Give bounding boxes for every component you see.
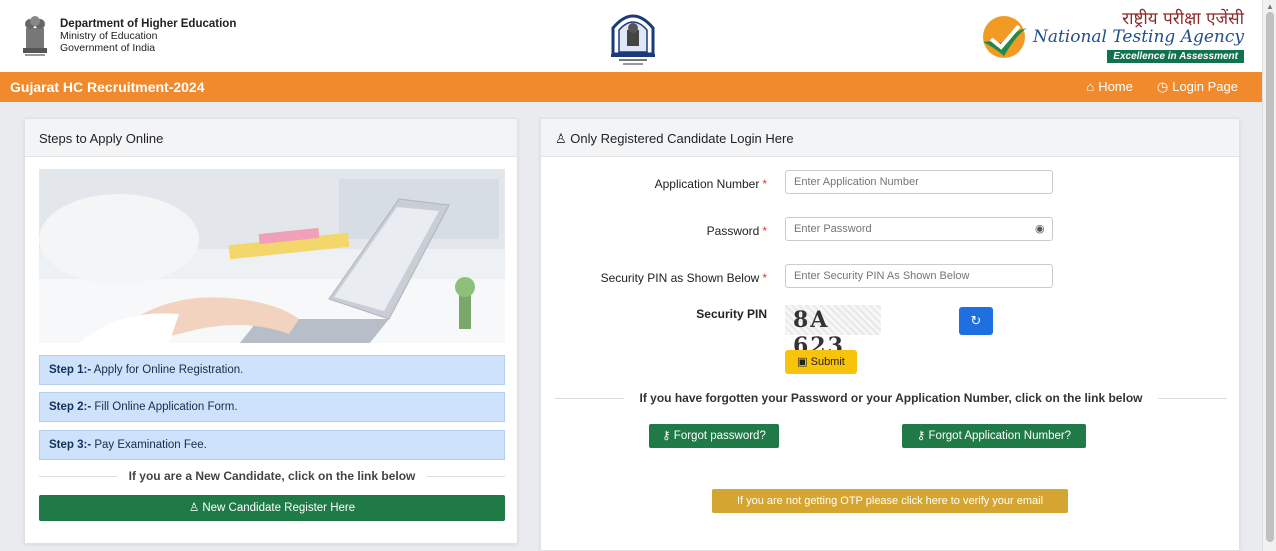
steps-panel-heading: Steps to Apply Online (25, 119, 517, 157)
step-2: Step 2:- Fill Online Application Form. (39, 392, 505, 422)
nta-branding: राष्ट्रीय परीक्षा एजेंसी National Testin… (981, 10, 1244, 64)
forgot-password-button[interactable]: ⚷ Forgot password? (649, 424, 779, 448)
laptop-typing-image (39, 169, 505, 343)
step-3-text: Pay Examination Fee. (91, 439, 207, 451)
refresh-icon: ↻ (970, 313, 982, 328)
step-2-text: Fill Online Application Form. (91, 401, 238, 413)
step-1-label: Step 1:- (49, 364, 92, 376)
step-3: Step 3:- Pay Examination Fee. (39, 430, 505, 460)
step-2-label: Step 2:- (49, 401, 92, 413)
application-number-label: Application Number * (654, 177, 767, 191)
register-button-label: New Candidate Register Here (202, 502, 356, 514)
high-court-gujarat-logo (611, 14, 655, 65)
home-link-label: Home (1098, 79, 1133, 94)
dept-title: Department of Higher Education (60, 18, 237, 30)
nta-hindi-name: राष्ट्रीय परीक्षा एजेंसी (1122, 9, 1244, 29)
key-icon: ⚷ (916, 430, 926, 442)
save-icon: ▣ (797, 356, 808, 368)
user-icon: ♙ (555, 131, 567, 146)
application-number-input[interactable] (785, 170, 1053, 194)
login-heading-text: Only Registered Candidate Login Here (570, 131, 794, 146)
password-label: Password * (706, 224, 767, 238)
scroll-up-icon[interactable]: ▲ (1266, 2, 1274, 11)
nta-tagline: Excellence in Assessment (1107, 50, 1244, 63)
page-title: Gujarat HC Recruitment-2024 (10, 79, 205, 95)
new-candidate-text: If you are a New Candidate, click on the… (128, 469, 416, 483)
steps-panel: Steps to Apply Online Step 1:- Apply for… (24, 118, 518, 544)
step-1-text: Apply for Online Registration. (91, 364, 244, 376)
submit-button[interactable]: ▣ Submit (785, 350, 857, 374)
security-pin-input[interactable] (785, 264, 1053, 288)
forgot-appno-label: Forgot Application Number? (928, 430, 1072, 442)
site-header: Department of Higher Education Ministry … (0, 0, 1262, 72)
key-icon: ⚷ (662, 430, 671, 442)
user-icon: ♙ (188, 502, 200, 514)
top-navbar: Gujarat HC Recruitment-2024 ⌂ Home ◷ Login… (0, 72, 1262, 102)
forgot-divider: If you have forgotten your Password or y… (555, 391, 1227, 405)
forgot-text: If you have forgotten your Password or y… (639, 391, 1143, 405)
new-candidate-divider: If you are a New Candidate, click on the… (39, 469, 506, 483)
password-input[interactable] (785, 217, 1053, 241)
home-link[interactable]: ⌂ Home (1086, 79, 1133, 95)
forgot-application-number-button[interactable]: ⚷ Forgot Application Number? (902, 424, 1086, 448)
new-candidate-register-button[interactable]: ♙ New Candidate Register Here (39, 495, 505, 521)
security-pin-label: Security PIN as Shown Below * (600, 271, 767, 285)
forgot-password-label: Forgot password? (673, 430, 766, 442)
dept-branding: Department of Higher Education Ministry … (20, 14, 236, 58)
step-3-label: Step 3:- (49, 439, 92, 451)
clock-icon: ◷ (1156, 79, 1169, 94)
submit-button-label: Submit (810, 356, 845, 368)
refresh-captcha-button[interactable]: ↻ (959, 307, 993, 335)
nta-logo-icon (982, 16, 1027, 58)
login-panel-heading: ♙ Only Registered Candidate Login Here (541, 119, 1239, 157)
eye-slash-icon[interactable]: ◉ (1035, 222, 1045, 235)
verify-email-otp-button[interactable]: If you are not getting OTP please click … (712, 489, 1068, 513)
step-1: Step 1:- Apply for Online Registration. (39, 355, 505, 385)
security-pin-caption: Security PIN (696, 307, 767, 321)
page-scrollbar[interactable]: ▲ (1262, 0, 1276, 551)
login-page-label: Login Page (1172, 79, 1238, 94)
scrollbar-thumb[interactable] (1266, 12, 1274, 542)
national-emblem-icon (23, 16, 47, 56)
login-panel: ♙ Only Registered Candidate Login Here A… (540, 118, 1240, 551)
dept-ministry: Ministry of Education (60, 30, 158, 42)
captcha-image: 8A 623 (785, 305, 881, 359)
login-page-link[interactable]: ◷ Login Page (1157, 79, 1238, 95)
dept-government: Government of India (60, 42, 156, 54)
home-icon: ⌂ (1086, 79, 1095, 94)
nta-english-name: National Testing Agency (1032, 27, 1244, 47)
